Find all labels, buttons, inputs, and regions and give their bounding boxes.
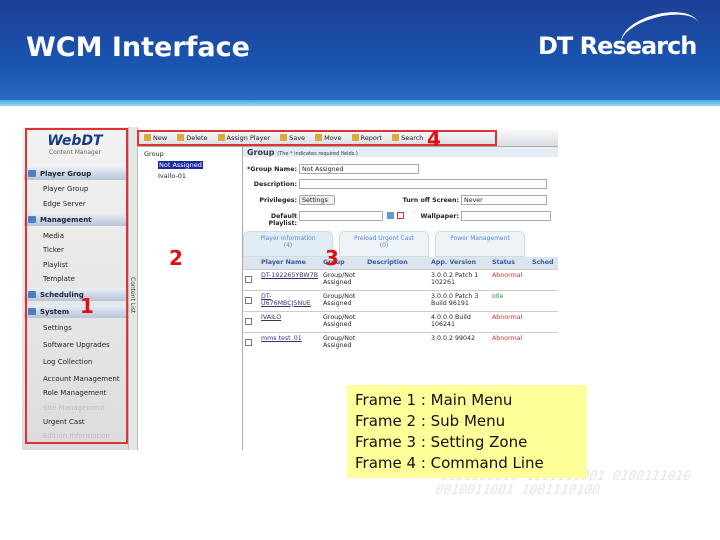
- turn-off-screen-label: Turn off Screen:: [402, 197, 459, 204]
- status-cell: Abnormal: [490, 331, 530, 353]
- status-cell: Idle: [490, 289, 530, 311]
- version-cell: 3.0.0.2 99042: [429, 331, 490, 353]
- wallpaper-input[interactable]: [461, 211, 551, 221]
- version-cell: 3.0.0.0 Patch 3 Build 96191: [429, 289, 490, 311]
- legend-line: Frame 3 : Setting Zone: [355, 433, 528, 451]
- row-checkbox[interactable]: [245, 296, 252, 304]
- table-row: DT-192265YBW7B Group/Not Assigned 3.0.0.2 …: [243, 268, 558, 290]
- col-status[interactable]: Status: [490, 257, 530, 269]
- group-cell: Group/Not Assigned: [321, 331, 365, 353]
- default-playlist-input[interactable]: [299, 211, 383, 221]
- player-link[interactable]: DT-U676MBCJ5NUE: [261, 293, 311, 307]
- col-app-version[interactable]: App. Version: [429, 257, 490, 269]
- frame-4-highlight: [137, 130, 497, 146]
- frame-2-number: 2: [169, 246, 183, 270]
- version-cell: 4.0.0.0 Build 106241: [429, 310, 490, 332]
- group-tree: Group Not Assigned Ivailo-01: [138, 147, 243, 450]
- group-cell: Group/Not Assigned: [321, 268, 365, 290]
- player-link[interactable]: DT-192265YBW7B: [261, 272, 318, 279]
- col-player-name[interactable]: Player Name: [259, 257, 321, 269]
- table-row: mms test_01 Group/Not Assigned 3.0.0.2 990…: [243, 331, 558, 353]
- frame-1-highlight: [25, 128, 128, 444]
- frame-legend: Frame 1 : Main Menu Frame 2 : Sub Menu F…: [347, 385, 587, 478]
- settings-button[interactable]: Settings: [299, 195, 335, 205]
- content-list-collapsed-panel[interactable]: Content List: [128, 127, 138, 450]
- legend-line: Frame 4 : Command Line: [355, 454, 544, 472]
- slide-header: WCM Interface DT Research: [0, 0, 720, 106]
- group-name-label: *Group Name:: [247, 166, 297, 173]
- player-table: Player Name Group Description App. Versi…: [243, 257, 558, 353]
- description-input[interactable]: [299, 179, 547, 189]
- desc-cell: [365, 268, 429, 290]
- tree-node-ivailo[interactable]: Ivailo-01: [158, 172, 186, 180]
- legend-line: Frame 2 : Sub Menu: [355, 412, 506, 430]
- group-name-input[interactable]: Not Assigned: [299, 164, 419, 174]
- status-cell: Abnormal: [490, 268, 530, 290]
- legend-line: Frame 1 : Main Menu: [355, 391, 513, 409]
- binary-watermark: 0101100010 1011110001 0100111010 0010011…: [432, 470, 694, 498]
- col-description[interactable]: Description: [365, 257, 429, 269]
- desc-cell: [365, 310, 429, 332]
- row-checkbox[interactable]: [245, 275, 252, 283]
- tab-power-management[interactable]: Power Management: [435, 231, 525, 257]
- tab-player-information[interactable]: Player Information (4): [243, 231, 333, 257]
- default-playlist-label: Default Playlist:: [268, 213, 297, 227]
- privileges-label: Privileges:: [259, 197, 297, 204]
- group-cell: Group/Not Assigned: [321, 289, 365, 311]
- desc-cell: [365, 289, 429, 311]
- frame-1-number: 1: [80, 294, 94, 318]
- table-row: DT-U676MBCJ5NUE Group/Not Assigned 3.0.0.0…: [243, 289, 558, 311]
- version-cell: 3.0.0.2 Patch 1 102261: [429, 268, 490, 290]
- turn-off-screen-select[interactable]: Never: [461, 195, 547, 205]
- brand-logo: DT Research: [538, 32, 697, 60]
- frame-3-number: 3: [325, 246, 339, 270]
- status-cell: Abnormal: [490, 310, 530, 332]
- tab-preload-urgent-cast[interactable]: Preload Urgent Cast (0): [339, 231, 429, 257]
- description-label: Description:: [253, 181, 297, 188]
- tree-node-not-assigned[interactable]: Not Assigned: [158, 161, 203, 169]
- player-link[interactable]: mms test_01: [261, 335, 302, 342]
- col-schedule[interactable]: Sched: [530, 257, 558, 269]
- player-link[interactable]: IVAILO: [261, 314, 281, 321]
- slide-title: WCM Interface: [26, 32, 250, 63]
- desc-cell: [365, 331, 429, 353]
- table-row: IVAILO Group/Not Assigned 4.0.0.0 Build 10…: [243, 310, 558, 332]
- tree-root-group[interactable]: Group: [144, 150, 164, 158]
- row-checkbox[interactable]: [245, 317, 252, 325]
- form-heading: Group (The * indicates required fields.): [243, 147, 558, 157]
- wallpaper-label: Wallpaper:: [420, 213, 459, 220]
- group-cell: Group/Not Assigned: [321, 310, 365, 332]
- row-checkbox[interactable]: [245, 338, 252, 346]
- frame-4-number: 4: [427, 127, 441, 151]
